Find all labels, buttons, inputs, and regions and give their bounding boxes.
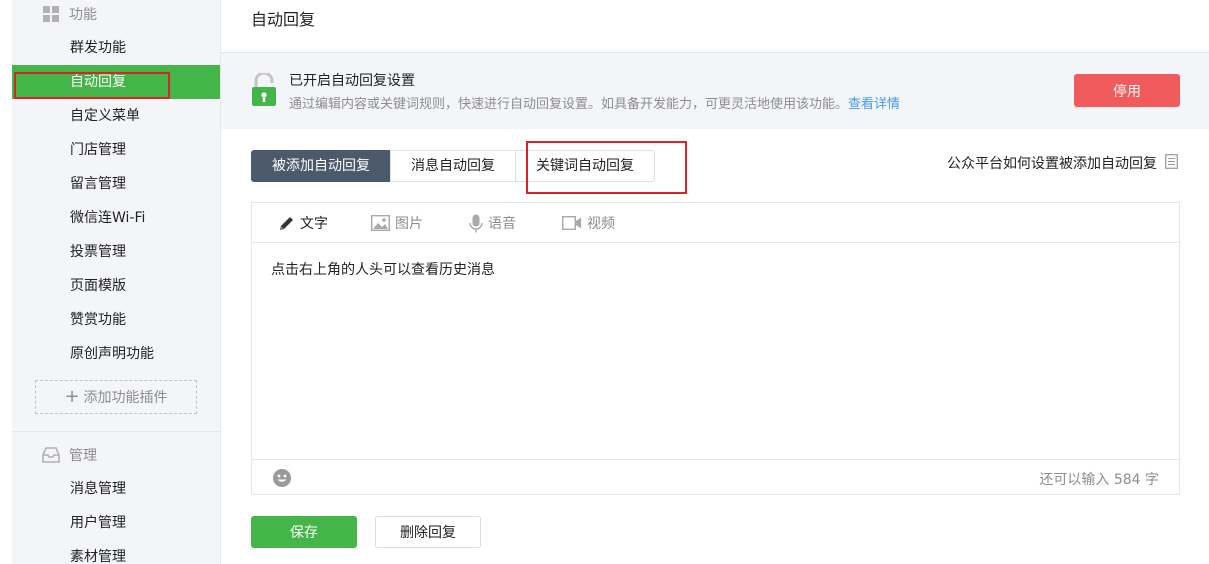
section-function-header: 功能 (42, 3, 97, 25)
editor-footer: 还可以输入 584 字 (252, 459, 1179, 495)
reply-editor: 文字 图片 语音 视频 点击右上角的人头可以查看历史消息 还可以输入 584 字 (251, 202, 1180, 495)
tool-text-label: 文字 (300, 216, 328, 232)
add-plugin-button[interactable]: + 添加功能插件 (35, 380, 197, 414)
sidebar-item-store[interactable]: 门店管理 (12, 133, 220, 167)
sidebar-item-users[interactable]: 用户管理 (12, 506, 220, 540)
editor-toolbar: 文字 图片 语音 视频 (252, 203, 1179, 243)
section-function-label: 功能 (69, 7, 97, 23)
pencil-icon (280, 216, 293, 230)
tool-video-label: 视频 (587, 216, 615, 232)
plus-icon: + (64, 386, 80, 407)
editor-content[interactable]: 点击右上角的人头可以查看历史消息 (271, 259, 495, 279)
save-button[interactable]: 保存 (251, 516, 357, 548)
tool-voice-label: 语音 (488, 216, 516, 232)
disable-button[interactable]: 停用 (1074, 74, 1180, 107)
status-notice: 已开启自动回复设置 通过编辑内容或关键词规则，快速进行自动回复设置。如具备开发能… (221, 53, 1209, 129)
inbox-icon (42, 446, 60, 464)
image-icon (371, 215, 390, 231)
sidebar: 功能 群发功能 自动回复 自定义菜单 门店管理 留言管理 微信连Wi-Fi 投票… (0, 0, 221, 564)
notice-desc-text: 通过编辑内容或关键词规则，快速进行自动回复设置。如具备开发能力，可更灵活地使用该… (289, 97, 849, 112)
sidebar-item-messages[interactable]: 消息管理 (12, 472, 220, 506)
tab-keyword-reply[interactable]: 关键词自动回复 (515, 150, 655, 182)
notice-description: 通过编辑内容或关键词规则，快速进行自动回复设置。如具备开发能力，可更灵活地使用该… (289, 93, 900, 112)
help-link-label: 公众平台如何设置被添加自动回复 (947, 156, 1157, 172)
microphone-icon (469, 214, 483, 232)
delete-reply-button[interactable]: 删除回复 (375, 516, 481, 548)
view-details-link[interactable]: 查看详情 (848, 97, 900, 112)
video-icon (562, 216, 581, 230)
emoji-icon[interactable] (272, 468, 292, 492)
tool-text[interactable]: 文字 (278, 213, 328, 233)
sidebar-item-page-template[interactable]: 页面模版 (12, 269, 220, 303)
main-content: 自动回复 已开启自动回复设置 通过编辑内容或关键词规则，快速进行自动回复设置。如… (221, 0, 1209, 564)
sidebar-divider (12, 431, 220, 432)
sidebar-item-materials[interactable]: 素材管理 (12, 540, 220, 564)
sidebar-item-custom-menu[interactable]: 自定义菜单 (12, 99, 220, 133)
add-plugin-label: 添加功能插件 (83, 390, 168, 406)
section-manage-header: 管理 (42, 444, 97, 466)
sidebar-edge (0, 0, 12, 564)
page-title: 自动回复 (251, 10, 316, 29)
document-icon (1165, 153, 1178, 173)
tool-image[interactable]: 图片 (371, 213, 423, 233)
sidebar-item-original[interactable]: 原创声明功能 (12, 337, 220, 371)
tool-voice[interactable]: 语音 (469, 213, 516, 233)
tool-image-label: 图片 (395, 216, 423, 232)
sidebar-item-auto-reply[interactable]: 自动回复 (12, 65, 220, 99)
unlocked-lock-icon (251, 71, 277, 111)
sidebar-item-reward[interactable]: 赞赏功能 (12, 303, 220, 337)
grid-icon (42, 5, 60, 23)
reply-type-tabs: 被添加自动回复 消息自动回复 关键词自动回复 (251, 150, 655, 182)
sidebar-item-mass-send[interactable]: 群发功能 (12, 31, 220, 65)
sidebar-item-comments[interactable]: 留言管理 (12, 167, 220, 201)
char-count: 还可以输入 584 字 (1039, 472, 1159, 488)
tab-message-reply[interactable]: 消息自动回复 (390, 150, 516, 182)
sidebar-item-vote[interactable]: 投票管理 (12, 235, 220, 269)
tab-added-reply[interactable]: 被添加自动回复 (251, 150, 391, 182)
help-link[interactable]: 公众平台如何设置被添加自动回复 (947, 153, 1178, 173)
tool-video[interactable]: 视频 (562, 213, 615, 233)
sidebar-item-wifi[interactable]: 微信连Wi-Fi (12, 201, 220, 235)
section-manage-label: 管理 (69, 448, 97, 464)
notice-title: 已开启自动回复设置 (289, 73, 415, 89)
